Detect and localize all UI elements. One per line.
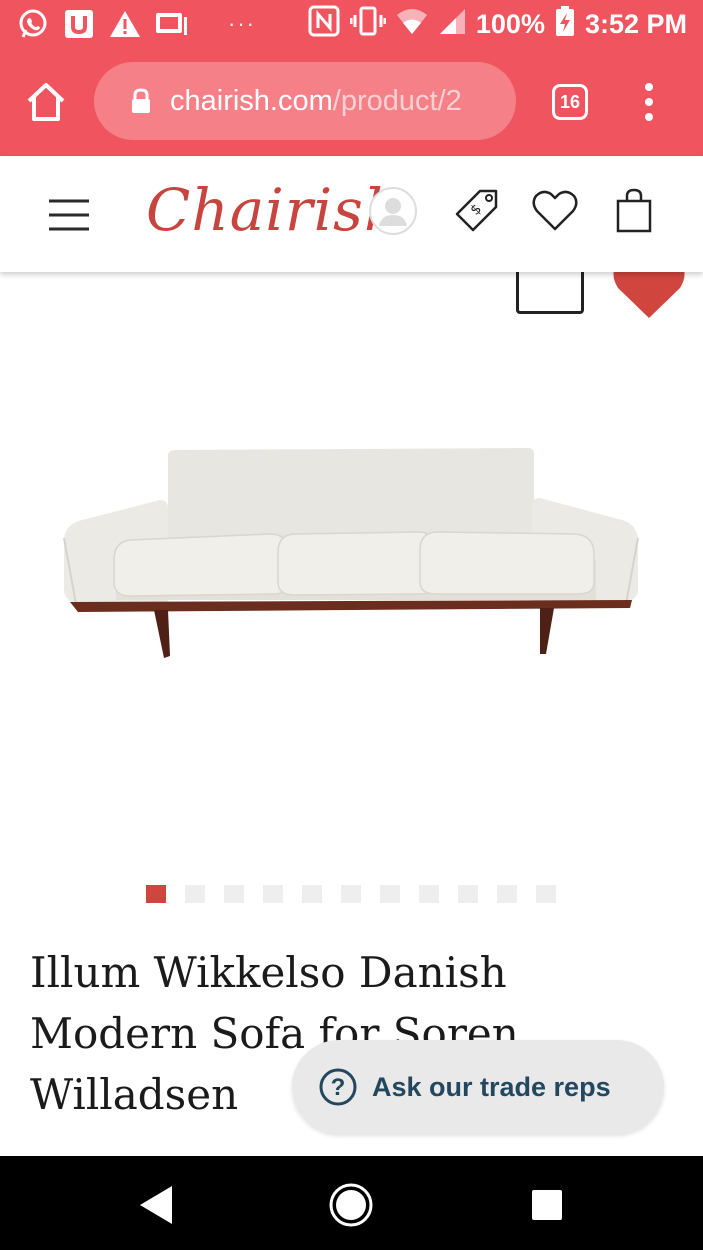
account-icon[interactable] bbox=[368, 186, 418, 236]
product-image-sofa[interactable] bbox=[56, 442, 646, 662]
clock: 3:52 PM bbox=[584, 8, 687, 39]
home-button-icon[interactable] bbox=[328, 1182, 374, 1228]
system-nav-bar bbox=[0, 1156, 703, 1250]
u-app-icon bbox=[62, 7, 96, 41]
help-question-icon: ? bbox=[318, 1067, 358, 1107]
wifi-icon bbox=[396, 7, 428, 42]
menu-icon[interactable] bbox=[48, 198, 90, 232]
status-bar: ··· 100% 3:52 PM bbox=[0, 0, 703, 48]
svg-text:?: ? bbox=[331, 1074, 346, 1101]
carousel-dot[interactable] bbox=[380, 885, 400, 903]
more-notifications-icon: ··· bbox=[228, 11, 256, 36]
nfc-icon bbox=[308, 5, 340, 44]
whatsapp-icon bbox=[16, 7, 50, 41]
svg-text:$: $ bbox=[467, 201, 485, 219]
carousel-dot[interactable] bbox=[341, 885, 361, 903]
ask-trade-reps-label: Ask our trade reps bbox=[372, 1071, 611, 1102]
carousel-dot[interactable] bbox=[497, 885, 517, 903]
carousel-dot[interactable] bbox=[263, 885, 283, 903]
url-path: /product/2 bbox=[332, 84, 462, 117]
gallery-icon bbox=[154, 7, 188, 41]
warning-icon bbox=[108, 7, 142, 41]
recents-icon[interactable] bbox=[524, 1182, 570, 1228]
back-icon[interactable] bbox=[132, 1182, 178, 1228]
carousel-dot[interactable] bbox=[536, 885, 556, 903]
site-header: Chairish $ bbox=[0, 156, 703, 272]
product-page: Illum Wikkelso Danish Modern Sofa for So… bbox=[0, 272, 703, 1156]
carousel-dot[interactable] bbox=[419, 885, 439, 903]
carousel-dot[interactable] bbox=[146, 885, 166, 903]
shopping-bag-icon[interactable] bbox=[610, 186, 660, 236]
ask-trade-reps-button[interactable]: ? Ask our trade reps bbox=[292, 1040, 664, 1134]
battery-percent: 100% bbox=[475, 8, 545, 39]
carousel-dot[interactable] bbox=[458, 885, 478, 903]
carousel-dot[interactable] bbox=[302, 885, 322, 903]
carousel-dot[interactable] bbox=[224, 885, 244, 903]
share-icon[interactable] bbox=[516, 272, 584, 314]
heart-icon[interactable] bbox=[530, 186, 580, 236]
vibrate-icon bbox=[349, 5, 387, 44]
carousel-dot[interactable] bbox=[185, 885, 205, 903]
lock-icon bbox=[130, 88, 152, 114]
url-domain: chairish.com bbox=[170, 84, 333, 117]
url-bar[interactable]: chairish.com/product/2 bbox=[94, 62, 516, 140]
battery-charging-icon bbox=[555, 5, 575, 44]
chairish-logo[interactable]: Chairish bbox=[146, 176, 402, 244]
favorite-heart-icon[interactable] bbox=[612, 272, 686, 322]
url-text: chairish.com/product/2 bbox=[170, 85, 462, 118]
home-icon[interactable] bbox=[24, 80, 68, 124]
image-carousel-dots bbox=[146, 885, 556, 903]
signal-icon bbox=[438, 7, 466, 42]
overflow-menu-icon[interactable] bbox=[640, 82, 658, 122]
price-tag-icon[interactable]: $ bbox=[452, 186, 502, 236]
browser-toolbar: chairish.com/product/2 16 bbox=[0, 48, 703, 156]
tab-switcher-button[interactable]: 16 bbox=[552, 84, 588, 120]
